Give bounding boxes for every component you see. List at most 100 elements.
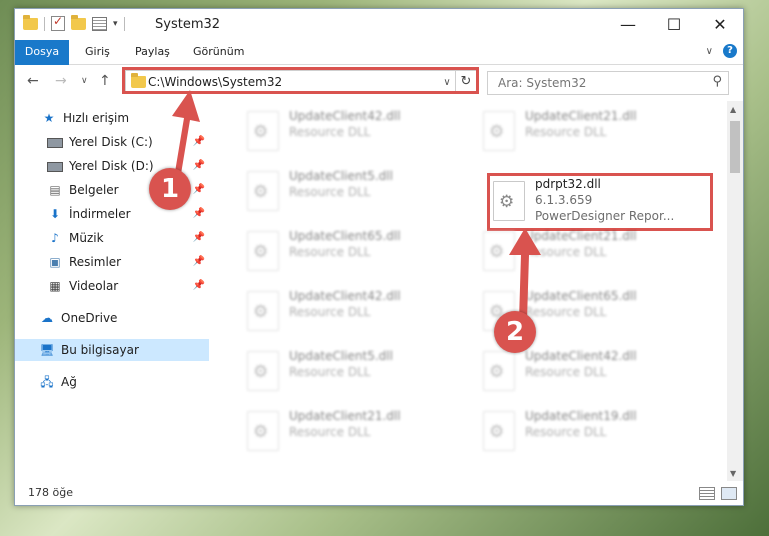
- step-marker-2: 2: [494, 311, 536, 353]
- explorer-window: ▾ System32 — ☐ ✕ Dosya Giriş Paylaş Görü…: [14, 8, 744, 506]
- file-name: pdrpt32.dll: [535, 177, 601, 191]
- dll-file-icon: [483, 231, 515, 271]
- scrollbar-thumb[interactable]: [730, 121, 740, 173]
- nav-item-local-disk-c[interactable]: Yerel Disk (C:) 📌: [15, 131, 209, 153]
- file-name: UpdateClient5.dll: [289, 169, 393, 183]
- file-item[interactable]: UpdateClient5.dll Resource DLL: [237, 345, 457, 401]
- tab-home[interactable]: Giriş: [75, 40, 120, 64]
- address-highlight-box: [122, 67, 479, 94]
- nav-label: Hızlı erişim: [63, 111, 130, 125]
- file-name: UpdateClient21.dll: [289, 409, 401, 423]
- file-type: Resource DLL: [289, 125, 371, 139]
- step-marker-1: 1: [149, 168, 191, 210]
- file-type: Resource DLL: [289, 305, 371, 319]
- file-name: UpdateClient42.dll: [289, 109, 401, 123]
- navigation-pane: ★ Hızlı erişim Yerel Disk (C:) 📌 Yerel D…: [15, 101, 209, 481]
- file-type: Resource DLL: [525, 125, 607, 139]
- scroll-up-icon[interactable]: ▲: [730, 105, 736, 114]
- drive-icon: [47, 158, 63, 174]
- file-name: UpdateClient5.dll: [289, 349, 393, 363]
- file-type: Resource DLL: [289, 245, 371, 259]
- file-name: UpdateClient19.dll: [525, 409, 637, 423]
- details-view-icon[interactable]: [699, 487, 715, 500]
- maximize-button[interactable]: ☐: [651, 9, 697, 40]
- up-arrow-icon[interactable]: ↑: [99, 73, 111, 89]
- nav-label: Bu bilgisayar: [61, 343, 139, 357]
- quick-access-toolbar: ▾: [23, 14, 125, 31]
- file-item-pdrpt32[interactable]: pdrpt32.dll 6.1.3.659 PowerDesigner Repo…: [483, 173, 703, 229]
- nav-label: Müzik: [69, 231, 104, 245]
- tab-view[interactable]: Görünüm: [183, 40, 254, 64]
- file-list: UpdateClient42.dll Resource DLL UpdateCl…: [211, 101, 727, 481]
- pin-icon: 📌: [192, 232, 205, 243]
- download-arrow-icon: ⬇: [49, 207, 61, 221]
- recent-locations-icon[interactable]: ∨: [81, 76, 88, 86]
- search-icon[interactable]: ⚲: [712, 74, 722, 89]
- nav-label: İndirmeler: [69, 207, 131, 221]
- file-name: UpdateClient21.dll: [525, 229, 637, 243]
- nav-label: Ağ: [61, 375, 77, 389]
- dll-file-icon: [247, 411, 279, 451]
- vertical-scrollbar[interactable]: ▲ ▼: [727, 101, 743, 481]
- dll-file-icon: [493, 181, 525, 221]
- back-arrow-icon[interactable]: ←: [27, 73, 39, 89]
- file-item[interactable]: UpdateClient42.dll Resource DLL: [473, 345, 693, 401]
- nav-onedrive[interactable]: ☁ OneDrive: [15, 307, 209, 329]
- file-version: 6.1.3.659: [535, 193, 593, 207]
- search-input[interactable]: [496, 75, 700, 91]
- nav-label: Videolar: [69, 279, 119, 293]
- star-icon: ★: [43, 111, 55, 125]
- nav-label: Yerel Disk (D:): [69, 159, 154, 173]
- file-item[interactable]: UpdateClient5.dll Resource DLL: [237, 165, 457, 221]
- nav-this-pc[interactable]: 🖥 Bu bilgisayar: [15, 339, 209, 361]
- file-item[interactable]: UpdateClient65.dll Resource DLL: [237, 225, 457, 281]
- properties-check-icon[interactable]: [51, 14, 65, 31]
- nav-network[interactable]: 🖧 Ağ: [15, 371, 209, 393]
- file-item[interactable]: UpdateClient21.dll Resource DLL: [237, 405, 457, 461]
- dll-file-icon: [483, 351, 515, 391]
- nav-label: Belgeler: [69, 183, 119, 197]
- dll-file-icon: [247, 351, 279, 391]
- pin-icon: 📌: [192, 280, 205, 291]
- large-icons-view-icon[interactable]: [721, 487, 737, 500]
- toolbar-separator: [44, 16, 45, 31]
- file-name: UpdateClient42.dll: [289, 289, 401, 303]
- file-item[interactable]: UpdateClient21.dll Resource DLL: [473, 105, 693, 161]
- file-item[interactable]: UpdateClient21.dll Resource DLL: [473, 225, 693, 281]
- file-name: UpdateClient42.dll: [525, 349, 637, 363]
- film-icon: ▦: [49, 279, 61, 293]
- file-type: Resource DLL: [289, 425, 371, 439]
- file-name: UpdateClient65.dll: [289, 229, 401, 243]
- file-type: Resource DLL: [525, 245, 607, 259]
- ribbon-expand-icon[interactable]: ∨: [706, 46, 713, 57]
- nav-item-pictures[interactable]: ▣ Resimler 📌: [15, 251, 209, 273]
- dll-file-icon: [247, 291, 279, 331]
- forward-arrow-icon[interactable]: →: [55, 73, 67, 89]
- file-type: Resource DLL: [289, 365, 371, 379]
- properties-icon[interactable]: [92, 16, 107, 31]
- minimize-button[interactable]: —: [605, 9, 651, 40]
- chevron-down-icon[interactable]: ▾: [113, 19, 118, 29]
- file-item[interactable]: UpdateClient42.dll Resource DLL: [237, 285, 457, 341]
- file-item[interactable]: UpdateClient42.dll Resource DLL: [237, 105, 457, 161]
- file-type: Resource DLL: [525, 365, 607, 379]
- close-button[interactable]: ✕: [697, 9, 743, 40]
- scroll-down-icon[interactable]: ▼: [730, 469, 736, 478]
- file-name: UpdateClient65.dll: [525, 289, 637, 303]
- file-type: Resource DLL: [289, 185, 371, 199]
- help-icon[interactable]: ?: [723, 44, 737, 58]
- nav-label: Resimler: [69, 255, 122, 269]
- tab-share[interactable]: Paylaş: [125, 40, 180, 64]
- nav-quick-access[interactable]: ★ Hızlı erişim: [15, 107, 209, 129]
- status-bar: 178 öğe: [15, 481, 743, 505]
- computer-icon: 🖥: [39, 343, 55, 357]
- pin-icon: 📌: [192, 256, 205, 267]
- file-type: Resource DLL: [525, 305, 607, 319]
- title-bar: ▾ System32 — ☐ ✕: [15, 9, 743, 40]
- search-box[interactable]: ⚲: [487, 71, 729, 95]
- nav-item-videos[interactable]: ▦ Videolar 📌: [15, 275, 209, 297]
- file-item[interactable]: UpdateClient19.dll Resource DLL: [473, 405, 693, 461]
- new-folder-icon[interactable]: [71, 14, 86, 30]
- nav-item-music[interactable]: ♪ Müzik 📌: [15, 227, 209, 249]
- dll-file-icon: [247, 231, 279, 271]
